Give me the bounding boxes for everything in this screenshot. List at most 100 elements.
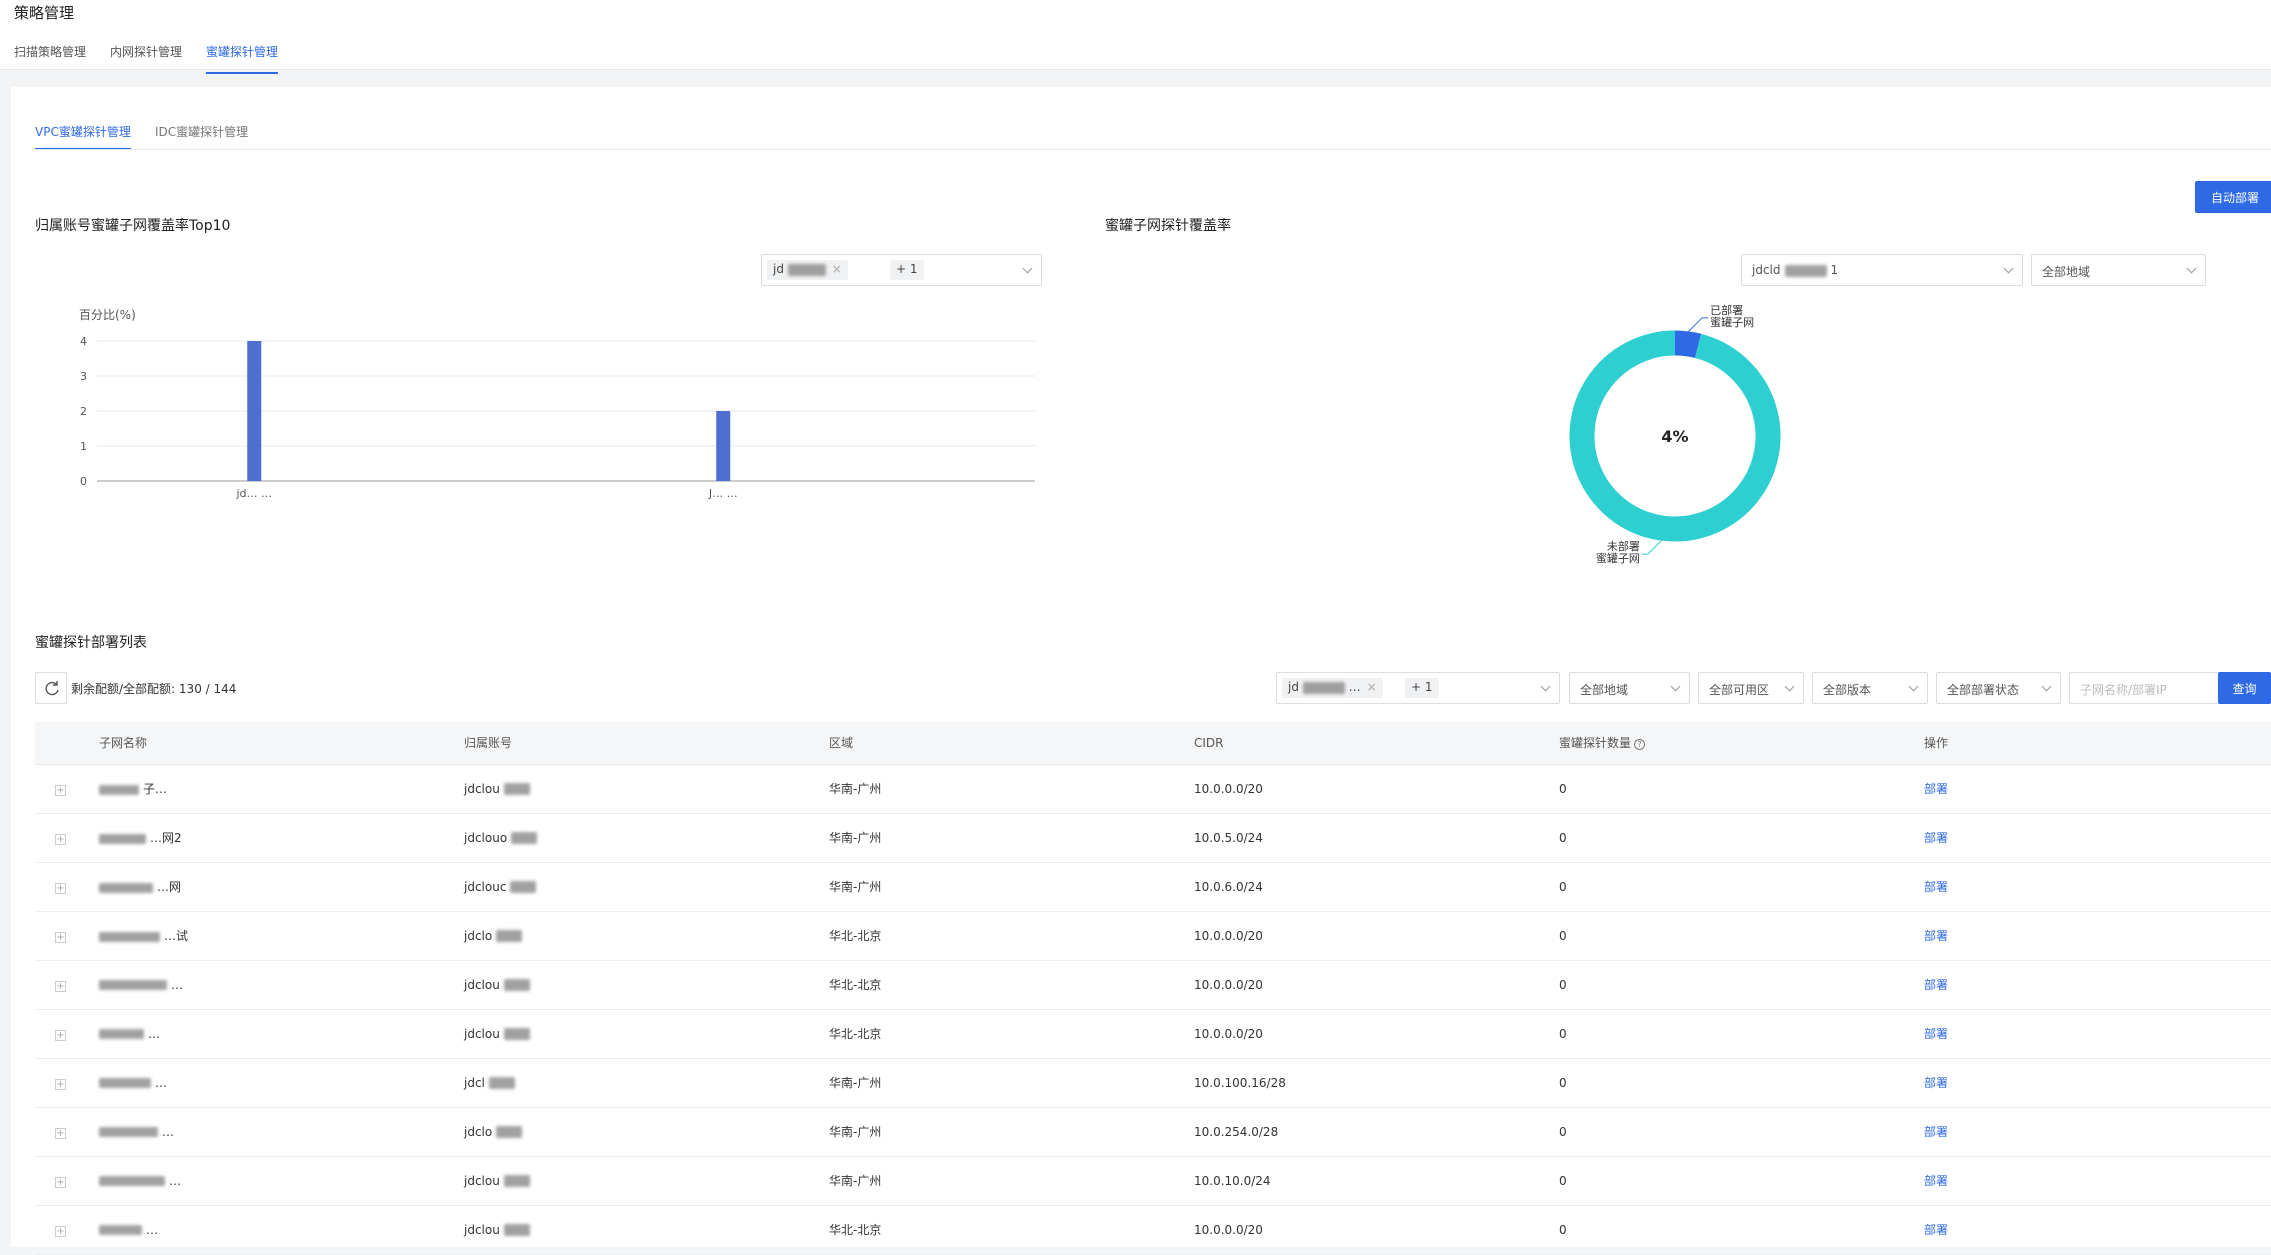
search-button[interactable]: 查询 — [2218, 672, 2271, 704]
donut-region-select[interactable]: 全部地域 — [2031, 254, 2206, 286]
col-subnet-name: 子网名称 — [99, 722, 464, 765]
donut-center-label: 4% — [1661, 427, 1688, 446]
subnet-name: … — [171, 977, 183, 992]
redacted-block — [503, 1028, 530, 1040]
chevron-down-icon — [1908, 681, 1919, 692]
deploy-link[interactable]: 部署 — [1924, 1009, 2271, 1059]
account-name: jdclo — [464, 1124, 493, 1139]
expand-cell[interactable]: + — [35, 1156, 99, 1206]
subnet-name-cell: … — [99, 1009, 464, 1059]
donut-slice — [1674, 330, 1702, 359]
account-name: jdclo — [464, 928, 493, 943]
expand-icon[interactable]: + — [55, 931, 66, 943]
chevron-down-icon — [2186, 263, 2197, 274]
list-account-select[interactable]: jd … × + 1 — [1276, 672, 1560, 704]
region-select-value: 全部地域 — [2042, 265, 2091, 279]
deploy-link[interactable]: 部署 — [1924, 1058, 2271, 1108]
tag-close-icon[interactable]: × — [1367, 680, 1377, 694]
expand-cell[interactable]: + — [35, 1058, 99, 1108]
redacted-block — [99, 980, 167, 990]
list-zone-select[interactable]: 全部可用区 — [1698, 672, 1804, 704]
redacted-block — [787, 263, 826, 276]
deploy-link[interactable]: 部署 — [1924, 960, 2271, 1010]
slice-label: 已部署 — [1710, 303, 1743, 317]
honeypot-deploy-table: 子网名称 归属账号 区域 CIDR 蜜罐探针数量? 操作 + 子… jdclou 华… — [35, 722, 2271, 1255]
list-version-select[interactable]: 全部版本 — [1812, 672, 1928, 704]
redacted-block — [1784, 264, 1827, 277]
subnet-name: … — [155, 1075, 167, 1090]
expand-cell[interactable]: + — [35, 764, 99, 814]
subnet-name: … — [148, 1026, 160, 1041]
redacted-block — [511, 832, 537, 844]
slice-label: 未部署 — [1607, 539, 1640, 553]
y-tick-label: 3 — [80, 370, 87, 383]
col-cidr: CIDR — [1194, 722, 1559, 765]
expand-icon[interactable]: + — [55, 1225, 66, 1237]
expand-cell[interactable]: + — [35, 960, 99, 1010]
deploy-link[interactable]: 部署 — [1924, 1107, 2271, 1157]
list-status-select[interactable]: 全部部署状态 — [1936, 672, 2061, 704]
cidr-cell: 10.0.5.0/24 — [1194, 813, 1559, 863]
probe-count-label: 蜜罐探针数量 — [1559, 736, 1632, 751]
expand-cell[interactable]: + — [35, 911, 99, 961]
refresh-button[interactable] — [35, 672, 67, 704]
subnet-name: …试 — [164, 929, 189, 943]
help-icon[interactable]: ? — [1634, 739, 1646, 751]
expand-cell[interactable]: + — [35, 862, 99, 912]
expand-icon[interactable]: + — [55, 882, 66, 894]
subtab-idc-honeypot[interactable]: IDC蜜罐探针管理 — [155, 123, 248, 148]
table-row: + … jdclo 华南-广州 10.0.254.0/28 0 部署 — [35, 1107, 2271, 1157]
expand-icon[interactable]: + — [55, 1127, 66, 1139]
quota-text: 剩余配额/全部配额: 130 / 144 — [71, 680, 236, 697]
subnet-search-input[interactable]: 子网名称/部署IP — [2069, 672, 2219, 704]
expand-cell[interactable]: + — [35, 1009, 99, 1059]
expand-icon[interactable]: + — [55, 980, 66, 992]
table-body: + 子… jdclou 华南-广州 10.0.0.0/20 0 部署 + …网2 jdclouo… — [35, 764, 2271, 1255]
table-header-row: 子网名称 归属账号 区域 CIDR 蜜罐探针数量? 操作 — [35, 722, 2271, 765]
col-probe-count: 蜜罐探针数量? — [1559, 722, 1924, 765]
region-cell: 华南-广州 — [829, 862, 1194, 912]
version-select-value: 全部版本 — [1823, 683, 1872, 697]
bar-account-select[interactable]: jd × + 1 — [761, 254, 1042, 286]
expand-cell[interactable]: + — [35, 813, 99, 863]
tab-scan-policy[interactable]: 扫描策略管理 — [14, 43, 86, 72]
search-placeholder: 子网名称/部署IP — [2080, 683, 2167, 697]
list-region-select[interactable]: 全部地域 — [1569, 672, 1690, 704]
redacted-block — [1302, 681, 1345, 694]
account-name: jdclou — [464, 1173, 500, 1188]
deploy-link[interactable]: 部署 — [1924, 1156, 2271, 1206]
account-tag[interactable]: jd × — [767, 260, 848, 280]
redacted-block — [503, 783, 530, 795]
account-tag[interactable]: jd … × — [1282, 678, 1383, 698]
expand-icon[interactable]: + — [55, 1176, 66, 1188]
redacted-block — [99, 1078, 151, 1088]
table-row: + … jdclou 华南-广州 10.0.10.0/24 0 部署 — [35, 1156, 2271, 1206]
probe-count-cell: 0 — [1559, 862, 1924, 912]
expand-icon[interactable]: + — [55, 784, 66, 796]
subnet-name-cell: …试 — [99, 911, 464, 961]
page-title: 策略管理 — [14, 4, 75, 22]
deploy-link[interactable]: 部署 — [1924, 764, 2271, 814]
donut-account-select[interactable]: jdcld 1 — [1741, 254, 2023, 286]
redacted-block — [503, 1175, 530, 1187]
tab-honeypot-probe[interactable]: 蜜罐探针管理 — [206, 43, 279, 74]
deploy-link[interactable]: 部署 — [1924, 911, 2271, 961]
donut-account-value: jdcld 1 — [1752, 263, 1839, 277]
tab-intranet-probe[interactable]: 内网探针管理 — [110, 43, 182, 72]
deploy-link[interactable]: 部署 — [1924, 862, 2271, 912]
account-cell: jdclo — [464, 1107, 829, 1157]
deploy-link[interactable]: 部署 — [1924, 813, 2271, 863]
expand-col-header — [35, 722, 99, 765]
probe-count-cell: 0 — [1559, 1058, 1924, 1108]
redacted-block — [510, 881, 537, 893]
expand-icon[interactable]: + — [55, 1078, 66, 1090]
expand-icon[interactable]: + — [55, 833, 66, 845]
subtab-vpc-honeypot[interactable]: VPC蜜罐探针管理 — [35, 123, 131, 150]
region-cell: 华南-广州 — [829, 1058, 1194, 1108]
tag-close-icon[interactable]: × — [832, 262, 842, 276]
auto-deploy-button[interactable]: 自动部署 — [2195, 181, 2271, 213]
y-axis-label: 百分比(%) — [79, 308, 136, 322]
account-name: jdcl — [464, 1075, 485, 1090]
expand-icon[interactable]: + — [55, 1029, 66, 1041]
expand-cell[interactable]: + — [35, 1107, 99, 1157]
